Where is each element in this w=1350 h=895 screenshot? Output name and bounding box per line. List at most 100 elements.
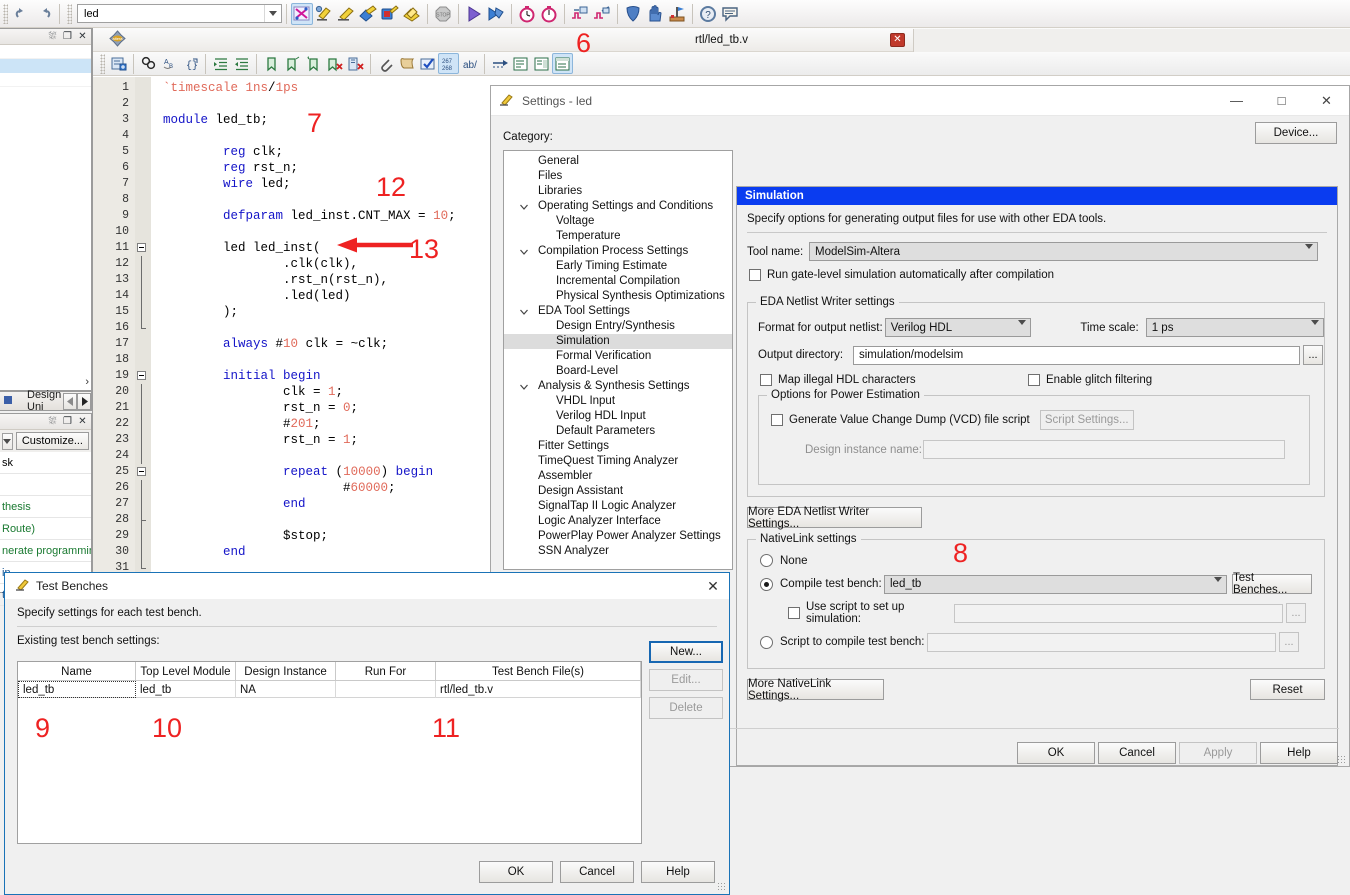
tree-item-ssn-analyzer[interactable]: SSN Analyzer [504,544,732,559]
list-item-selected[interactable] [0,59,91,73]
use-script-browse-button[interactable]: ... [1286,603,1306,623]
check-icon[interactable] [417,53,438,74]
fold-toggle-icon[interactable] [137,467,146,476]
resize-grip[interactable] [1337,755,1347,765]
restore-icon[interactable]: ❐ [62,416,73,427]
tab-next-icon[interactable] [77,392,91,410]
list-item[interactable] [0,73,91,87]
table-cell[interactable]: rtl/led_tb.v [436,681,641,698]
tree-item-eda-tool-settings[interactable]: EDA Tool Settings [504,304,732,319]
column-header[interactable]: Design Instance [236,662,336,681]
increase-indent-icon[interactable] [210,53,231,74]
panel1-icon[interactable] [510,53,531,74]
tree-item-early-timing-estimate[interactable]: Early Timing Estimate [504,259,732,274]
close-icon[interactable]: ✕ [77,416,88,427]
use-script-checkbox[interactable] [788,607,800,619]
rtl-viewer-icon[interactable] [569,3,591,25]
chevron-down-icon[interactable] [520,383,528,391]
reset-button[interactable]: Reset [1250,679,1325,700]
remove-bookmark-icon[interactable] [324,53,345,74]
compile-test-bench-combo[interactable]: led_tb [884,574,1227,594]
tree-item-logic-analyzer-interface[interactable]: Logic Analyzer Interface [504,514,732,529]
output-directory-input[interactable]: simulation/modelsim [853,345,1300,365]
settings-cancel-button[interactable]: Cancel [1098,742,1176,764]
chevron-down-icon[interactable] [264,5,281,22]
settings-apply-button[interactable]: Apply [1179,742,1257,764]
remove-all-bookmarks-icon[interactable] [345,53,366,74]
code-folding-gutter[interactable] [135,77,151,579]
restore-icon[interactable]: ❐ [62,31,73,42]
list-item[interactable] [0,45,91,59]
task-row[interactable]: Route) [0,518,91,540]
test-benches-ok-button[interactable]: OK [479,861,553,883]
uncomment-icon[interactable] [282,53,303,74]
design-instance-input[interactable] [923,440,1285,459]
task-row[interactable]: thesis [0,496,91,518]
fold-toggle-icon[interactable] [137,371,146,380]
minimize-icon[interactable]: — [1214,86,1259,115]
delete-button[interactable]: Delete [649,697,723,719]
tree-item-assembler[interactable]: Assembler [504,469,732,484]
chevron-down-icon[interactable] [520,248,528,256]
none-row[interactable]: None [760,554,1324,567]
tree-item-formal-verification[interactable]: Formal Verification [504,349,732,364]
tree-item-incremental-compilation[interactable]: Incremental Compilation [504,274,732,289]
tree-item-temperature[interactable]: Temperature [504,229,732,244]
pin-planner-icon[interactable] [666,3,688,25]
chevron-down-icon[interactable] [1214,576,1222,594]
test-benches-cancel-button[interactable]: Cancel [560,861,634,883]
tree-item-powerplay-power-analyzer-settings[interactable]: PowerPlay Power Analyzer Settings [504,529,732,544]
insert-file-icon[interactable] [396,53,417,74]
tree-item-board-level[interactable]: Board-Level [504,364,732,379]
task-row[interactable]: nerate programming [0,540,91,562]
decrease-indent-icon[interactable] [231,53,252,74]
compile-test-bench-radio[interactable] [760,577,773,591]
script-settings-button[interactable]: Script Settings... [1039,410,1134,430]
tab-prev-icon[interactable] [63,392,77,410]
tree-item-general[interactable]: General [504,154,732,169]
timequest-2-icon[interactable] [538,3,560,25]
technology-map-viewer-icon[interactable] [591,3,613,25]
script-compile-input[interactable] [927,632,1276,652]
tree-item-vhdl-input[interactable]: VHDL Input [504,394,732,409]
tree-item-simulation[interactable]: Simulation [504,334,732,349]
customize-button[interactable]: Customize... [15,432,89,450]
table-cell[interactable]: led_tb [136,681,236,698]
tree-item-compilation-process-settings[interactable]: Compilation Process Settings [504,244,732,259]
chevron-down-icon[interactable] [1311,320,1319,337]
column-header[interactable]: Test Bench File(s) [436,662,641,681]
table-cell[interactable]: NA [236,681,336,698]
analysis-synthesis-icon[interactable] [313,3,335,25]
settings-help-button[interactable]: Help [1260,742,1338,764]
format-combo[interactable]: Verilog HDL [884,318,1032,337]
chevron-down-icon[interactable] [520,203,528,211]
test-benches-help-button[interactable]: Help [641,861,715,883]
tree-item-libraries[interactable]: Libraries [504,184,732,199]
table-row[interactable]: led_tb led_tb NA rtl/led_tb.v [18,681,641,698]
assembler-icon[interactable] [379,3,401,25]
pin-icon[interactable]: ⛆ [47,416,58,427]
tab-design-units[interactable]: Design Uni [27,389,63,413]
column-header[interactable]: Name [18,662,136,681]
tree-item-verilog-hdl-input[interactable]: Verilog HDL Input [504,409,732,424]
map-illegal-hdl-checkbox[interactable] [760,374,772,386]
edit-button[interactable]: Edit... [649,669,723,691]
fitter-icon[interactable] [357,3,379,25]
script-compile-browse-button[interactable]: ... [1279,632,1299,652]
redo-icon[interactable] [33,3,55,25]
panel2-icon[interactable] [531,53,552,74]
settings-ok-button[interactable]: OK [1017,742,1095,764]
tree-item-files[interactable]: Files [504,169,732,184]
test-benches-button[interactable]: Test Benches... [1232,572,1312,596]
stop-icon[interactable]: STOP [432,3,454,25]
panel-scroll-right-icon[interactable]: › [85,376,89,388]
more-nativelink-settings-button[interactable]: More NativeLink Settings... [747,678,884,702]
task-row[interactable] [0,474,91,496]
tree-item-default-parameters[interactable]: Default Parameters [504,424,732,439]
chevron-down-icon[interactable] [1018,320,1027,337]
timing-analysis-icon[interactable] [401,3,423,25]
start-compilation-play-icon[interactable] [463,3,485,25]
tree-item-fitter-settings[interactable]: Fitter Settings [504,439,732,454]
help-icon[interactable]: ? [697,3,719,25]
table-cell[interactable]: led_tb [18,681,136,698]
